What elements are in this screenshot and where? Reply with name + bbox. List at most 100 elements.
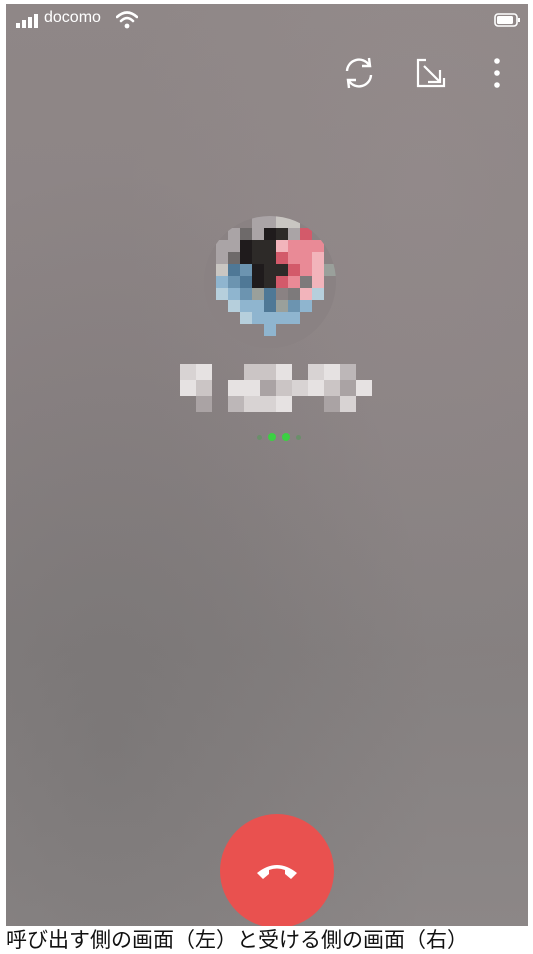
avatar — [204, 216, 336, 348]
calling-indicator — [244, 430, 314, 444]
name-pixel — [228, 364, 244, 380]
name-pixel — [292, 380, 308, 396]
avatar-pixel — [276, 288, 288, 300]
avatar-pixel — [312, 288, 324, 300]
avatar-pixel — [312, 336, 324, 348]
call-screen: docomo — [6, 4, 528, 928]
more-vertical-icon — [494, 58, 500, 88]
avatar-pixel — [300, 288, 312, 300]
status-bar: docomo — [6, 4, 528, 36]
name-pixel — [340, 380, 356, 396]
switch-camera-button[interactable] — [338, 52, 380, 94]
avatar-pixel — [312, 228, 324, 240]
name-pixel — [244, 380, 260, 396]
name-pixel — [292, 396, 308, 412]
avatar-pixel — [276, 336, 288, 348]
avatar-pixel — [228, 312, 240, 324]
minimize-button[interactable] — [410, 52, 452, 94]
name-pixel — [260, 396, 276, 412]
avatar-pixel — [252, 276, 264, 288]
avatar-pixel — [252, 216, 264, 228]
avatar-pixel — [228, 228, 240, 240]
avatar-pixel — [264, 240, 276, 252]
more-options-button[interactable] — [476, 52, 518, 94]
avatar-pixel — [264, 288, 276, 300]
end-call-button[interactable] — [220, 814, 334, 928]
avatar-pixel — [312, 264, 324, 276]
avatar-pixel — [300, 312, 312, 324]
avatar-pixel — [216, 216, 228, 228]
avatar-pixel — [204, 336, 216, 348]
name-pixel — [196, 396, 212, 412]
name-pixel — [180, 380, 196, 396]
switch-camera-icon — [345, 57, 373, 89]
name-pixel — [212, 380, 228, 396]
avatar-pixel — [276, 216, 288, 228]
name-pixel — [276, 364, 292, 380]
avatar-pixel — [228, 276, 240, 288]
avatar-pixel — [276, 324, 288, 336]
avatar-pixel — [252, 336, 264, 348]
avatar-pixel — [204, 228, 216, 240]
calling-dot — [257, 434, 262, 440]
name-pixel — [308, 380, 324, 396]
name-pixel — [276, 380, 292, 396]
avatar-pixel — [324, 264, 336, 276]
avatar-pixel — [288, 276, 300, 288]
name-pixel — [180, 364, 196, 380]
avatar-pixel — [288, 228, 300, 240]
avatar-pixel — [240, 264, 252, 276]
avatar-pixel — [216, 288, 228, 300]
avatar-pixel — [300, 324, 312, 336]
avatar-pixel — [240, 216, 252, 228]
avatar-pixel — [216, 324, 228, 336]
avatar-pixel — [252, 240, 264, 252]
name-pixel — [308, 396, 324, 412]
avatar-pixel — [300, 276, 312, 288]
wifi-icon — [116, 11, 138, 29]
name-pixel — [212, 364, 228, 380]
avatar-pixel — [228, 336, 240, 348]
avatar-pixel — [324, 324, 336, 336]
calling-dot — [296, 434, 301, 440]
avatar-pixel — [240, 324, 252, 336]
avatar-pixel — [312, 216, 324, 228]
name-pixel — [356, 396, 372, 412]
avatar-pixel — [276, 300, 288, 312]
avatar-pixel — [324, 276, 336, 288]
name-pixel — [340, 364, 356, 380]
avatar-pixel — [252, 288, 264, 300]
name-pixel — [228, 396, 244, 412]
name-pixel — [340, 396, 356, 412]
avatar-pixel — [216, 336, 228, 348]
avatar-pixel — [312, 324, 324, 336]
hang-up-icon — [257, 865, 297, 879]
avatar-pixel — [216, 252, 228, 264]
name-pixel — [244, 396, 260, 412]
avatar-pixel — [324, 252, 336, 264]
avatar-pixel — [240, 228, 252, 240]
avatar-pixel — [252, 312, 264, 324]
avatar-pixel — [288, 240, 300, 252]
avatar-pixel — [216, 276, 228, 288]
avatar-pixel — [228, 252, 240, 264]
avatar-pixel — [228, 324, 240, 336]
avatar-pixel — [264, 336, 276, 348]
name-pixel — [228, 380, 244, 396]
avatar-pixel — [300, 264, 312, 276]
avatar-pixel — [288, 300, 300, 312]
avatar-pixel — [204, 288, 216, 300]
avatar-pixel — [240, 240, 252, 252]
name-pixel — [324, 380, 340, 396]
avatar-pixel — [288, 264, 300, 276]
avatar-pixel — [264, 276, 276, 288]
avatar-pixel — [324, 336, 336, 348]
avatar-pixel — [264, 252, 276, 264]
avatar-pixel — [276, 312, 288, 324]
avatar-pixel — [300, 252, 312, 264]
avatar-pixel — [228, 264, 240, 276]
avatar-pixel — [204, 240, 216, 252]
avatar-pixel — [216, 300, 228, 312]
name-pixel — [276, 396, 292, 412]
avatar-pixel — [240, 288, 252, 300]
